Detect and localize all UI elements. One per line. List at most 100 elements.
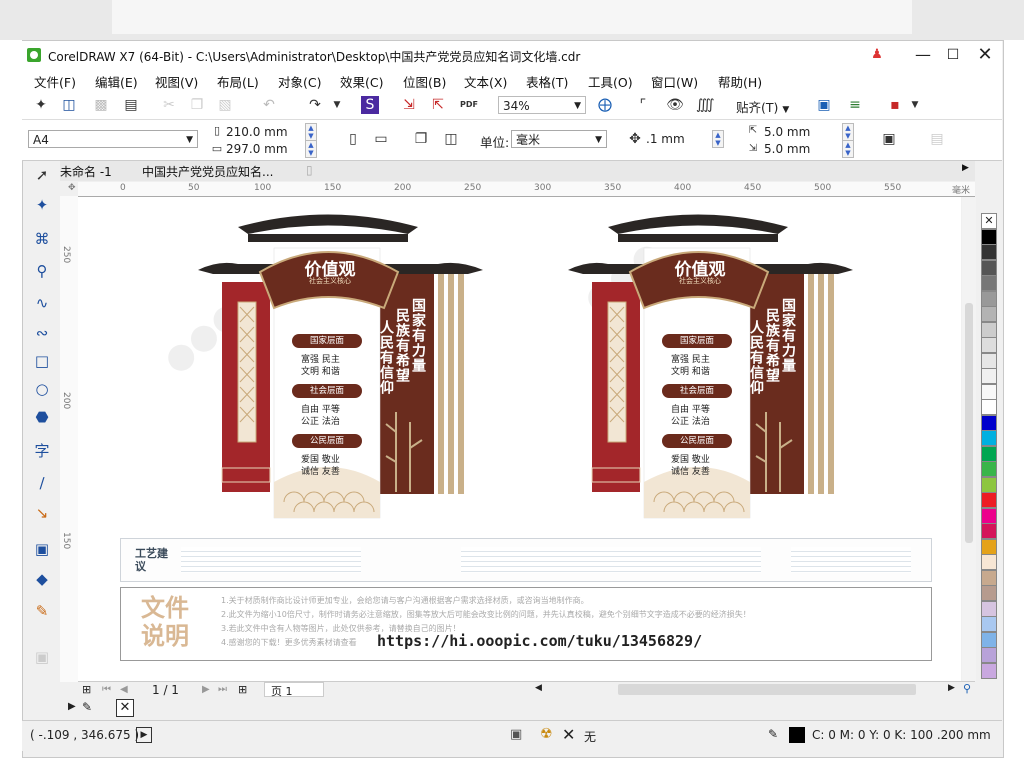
search-content-icon[interactable]: S (361, 96, 379, 114)
tab-current-document[interactable]: 中国共产党党员应知名... (142, 163, 273, 180)
redo-dropdown-icon[interactable]: ▼ (328, 96, 346, 114)
page-tab[interactable]: 页 1 (264, 682, 324, 698)
document-color-settings-icon[interactable]: ▣ (510, 727, 522, 742)
nudge-distance-field[interactable]: .1 mm (642, 130, 712, 148)
palette-swatch[interactable] (981, 399, 997, 415)
polygon-tool-icon[interactable]: ⬣ (32, 407, 52, 427)
menu-help[interactable]: 帮助(H) (718, 72, 762, 91)
welcome-screen-icon[interactable]: ▪ (886, 96, 904, 114)
text-tool-icon[interactable]: 字 (32, 441, 52, 461)
user-icon[interactable]: ♟ (864, 45, 890, 65)
landscape-icon[interactable]: ▭ (372, 130, 390, 148)
zoom-navigator-icon[interactable]: ⚲ (963, 682, 971, 695)
artistic-media-icon[interactable]: ∾ (32, 323, 52, 343)
palette-swatch[interactable] (981, 244, 997, 260)
palette-swatch[interactable] (981, 259, 997, 276)
palette-swatch[interactable] (981, 337, 997, 353)
tab-scroll-right-icon[interactable]: ▶ (962, 163, 969, 173)
palette-swatch[interactable] (981, 554, 997, 570)
scroll-right-icon[interactable]: ▶ (948, 683, 955, 693)
horizontal-scroll-thumb[interactable] (618, 684, 916, 695)
show-guidelines-icon[interactable]: ⨌ (696, 96, 715, 114)
menu-object[interactable]: 对象(C) (278, 72, 321, 91)
menu-view[interactable]: 视图(V) (155, 72, 198, 91)
palette-swatch[interactable] (981, 430, 997, 446)
options-icon[interactable]: ≡ (846, 96, 864, 114)
vertical-scrollbar[interactable] (962, 197, 976, 681)
palette-swatch[interactable] (981, 647, 997, 663)
interactive-fill-icon[interactable]: ▣ (32, 647, 52, 667)
next-page-icon[interactable]: ▶ (202, 684, 210, 695)
eyedropper-icon[interactable]: ✎ (82, 700, 92, 714)
status-menu-icon[interactable]: ▶ (136, 727, 152, 743)
paper-size-select[interactable]: A4 ▼ (28, 130, 198, 148)
tab-untitled[interactable]: 未命名 -1 (60, 163, 112, 180)
no-color-swatch[interactable]: ✕ (981, 213, 997, 229)
menu-bitmaps[interactable]: 位图(B) (403, 72, 446, 91)
portrait-icon[interactable]: ▯ (344, 130, 362, 148)
palette-swatch[interactable] (981, 585, 997, 601)
palette-swatch[interactable] (981, 662, 997, 679)
new-document-icon[interactable]: ✦ (32, 96, 50, 114)
redo-icon[interactable]: ↷ (306, 96, 324, 114)
culture-wall-panel-right[interactable]: 价值观 社会主义核心 国家有力量 民族有希望 人民有信仰 国家层面 富强 民主 … (568, 212, 858, 522)
palette-swatch[interactable] (981, 368, 997, 384)
palette-menu-icon[interactable]: ▶ (68, 701, 76, 712)
zoom-level-select[interactable]: 34% ▼ (498, 96, 586, 114)
units-select[interactable]: 毫米 ▼ (511, 130, 607, 148)
palette-swatch[interactable] (981, 600, 997, 617)
transparency-tool-icon[interactable]: ◆ (32, 569, 52, 589)
drawing-canvas[interactable]: ●●● ●●● 价值观 社会主义核心 国家有力量 民族有希望 人民有信仰 国家层… (78, 197, 961, 681)
add-page-after-icon[interactable]: ⊞ (238, 683, 247, 696)
pick-tool-icon[interactable]: ➚ (32, 165, 52, 185)
palette-swatch[interactable] (981, 306, 997, 322)
page-width-field[interactable]: 210.0 mm (222, 123, 302, 141)
export-icon[interactable]: ⇱ (429, 96, 447, 114)
page-height-field[interactable]: 297.0 mm (222, 140, 302, 158)
menu-layout[interactable]: 布局(L) (217, 72, 259, 91)
duplicate-y-field[interactable]: 5.0 mm (760, 140, 840, 158)
snap-to-dropdown[interactable]: 贴齐(T) ▼ (736, 97, 789, 116)
copy-icon[interactable]: ❐ (188, 96, 206, 114)
page-width-spinner[interactable]: ▲ ▼ (305, 123, 317, 141)
all-pages-icon[interactable]: ❐ (412, 130, 430, 148)
save-icon[interactable]: ▩ (92, 96, 110, 114)
menu-edit[interactable]: 编辑(E) (95, 72, 138, 91)
previous-page-icon[interactable]: ◀ (120, 684, 128, 695)
lock-icon[interactable]: ▤ (928, 130, 946, 148)
close-button[interactable]: ✕ (972, 45, 998, 65)
undo-icon[interactable]: ↶ (260, 96, 278, 114)
horizontal-ruler[interactable]: ✥ 0 50 100 150 200 250 300 350 400 450 5… (68, 182, 975, 197)
treat-as-filled-icon[interactable]: ▣ (880, 130, 898, 148)
full-screen-preview-icon[interactable]: ⨁ (596, 96, 614, 114)
palette-swatch[interactable] (981, 290, 997, 307)
last-page-icon[interactable]: ⏭ (218, 684, 227, 695)
menu-effects[interactable]: 效果(C) (340, 72, 383, 91)
maximize-button[interactable]: ☐ (940, 45, 966, 65)
palette-swatch[interactable] (981, 538, 997, 555)
import-icon[interactable]: ⇲ (400, 96, 418, 114)
palette-swatch[interactable] (981, 228, 997, 245)
palette-swatch[interactable] (981, 383, 997, 400)
print-icon[interactable]: ▤ (122, 96, 140, 114)
open-folder-icon[interactable]: ◫ (60, 96, 78, 114)
parallel-dimension-icon[interactable]: ∕ (32, 473, 52, 493)
show-rulers-icon[interactable]: ⌜ (634, 96, 652, 114)
vertical-scroll-thumb[interactable] (965, 303, 973, 543)
drop-shadow-icon[interactable]: ▣ (32, 539, 52, 559)
duplicate-x-field[interactable]: 5.0 mm (760, 123, 840, 141)
palette-swatch[interactable] (981, 461, 997, 477)
duplicate-y-spinner[interactable]: ▲ ▼ (842, 140, 854, 158)
nudge-spinner[interactable]: ▲ ▼ (712, 130, 724, 148)
color-eyedropper-icon[interactable]: ✎ (32, 601, 52, 621)
palette-swatch[interactable] (981, 414, 997, 431)
zoom-tool-icon[interactable]: ⚲ (32, 261, 52, 281)
freehand-tool-icon[interactable]: ∿ (32, 293, 52, 313)
menu-window[interactable]: 窗口(W) (651, 72, 698, 91)
minimize-button[interactable]: — (910, 45, 936, 65)
menu-text[interactable]: 文本(X) (464, 72, 507, 91)
show-grid-icon[interactable]: 👁 (666, 96, 684, 114)
palette-swatch[interactable] (981, 507, 997, 524)
application-launcher-icon[interactable]: ▣ (815, 96, 833, 114)
paste-icon[interactable]: ▧ (216, 96, 234, 114)
